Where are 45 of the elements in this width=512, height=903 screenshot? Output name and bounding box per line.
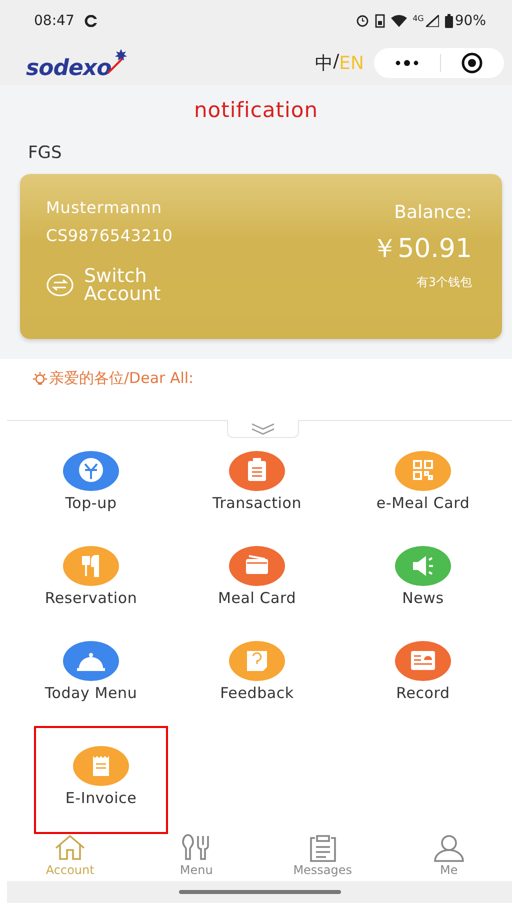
sync-icon	[84, 14, 98, 27]
lightbulb-icon	[31, 370, 49, 387]
tab-button[interactable]: Messages	[260, 827, 386, 881]
balance-amount: ￥50.91	[372, 233, 472, 266]
wifi-icon	[390, 14, 407, 27]
signal-icon	[426, 14, 439, 27]
chinese-language-option[interactable]: 中	[315, 51, 334, 76]
network-type: 4G	[412, 14, 424, 23]
notice-text: 亲爱的各位/Dear All:	[49, 369, 194, 388]
logo: sodexo	[26, 47, 136, 80]
language-separator: /	[333, 51, 340, 74]
receipt-icon	[73, 746, 129, 786]
feature-button[interactable]: News	[358, 542, 488, 637]
document-icon	[395, 641, 451, 681]
balance-label: Balance:	[394, 202, 472, 224]
sim-card-icon	[374, 14, 385, 28]
feature-button[interactable]: e-Meal Card	[358, 447, 488, 542]
clock-time: 08:47	[34, 12, 74, 29]
switch-icon	[46, 273, 74, 298]
card-number: CS9876543210	[46, 226, 174, 246]
close-mini-program-icon[interactable]	[461, 52, 484, 74]
wallet-count: 有3个钱包	[416, 274, 472, 292]
clipboard-icon	[229, 451, 285, 491]
cloche-icon	[63, 641, 119, 681]
more-icon[interactable]	[394, 60, 419, 66]
alarm-icon	[356, 14, 369, 28]
cutlery-icon	[63, 546, 119, 586]
battery-icon	[444, 14, 453, 28]
site-name: FGS	[28, 143, 62, 164]
feature-button[interactable]: Transaction	[192, 447, 322, 542]
feature-button[interactable]: Meal Card	[192, 542, 322, 637]
feature-button[interactable]: Top-up	[26, 447, 156, 542]
tab-button[interactable]: Me	[386, 827, 512, 881]
battery-level: 90%	[454, 12, 486, 29]
question-note-icon	[229, 641, 285, 681]
megaphone-icon	[395, 546, 451, 586]
feature-button[interactable]: Feedback	[192, 637, 322, 732]
yen-download-icon	[63, 451, 119, 491]
qr-code-icon	[395, 451, 451, 491]
account-name: Mustermannn	[46, 198, 164, 218]
page-title: notification	[194, 98, 318, 122]
card-icon	[229, 546, 285, 586]
feature-button[interactable]: Reservation	[26, 542, 156, 637]
feature-button[interactable]: Record	[358, 637, 488, 732]
expand-chevron-icon[interactable]	[250, 422, 276, 434]
